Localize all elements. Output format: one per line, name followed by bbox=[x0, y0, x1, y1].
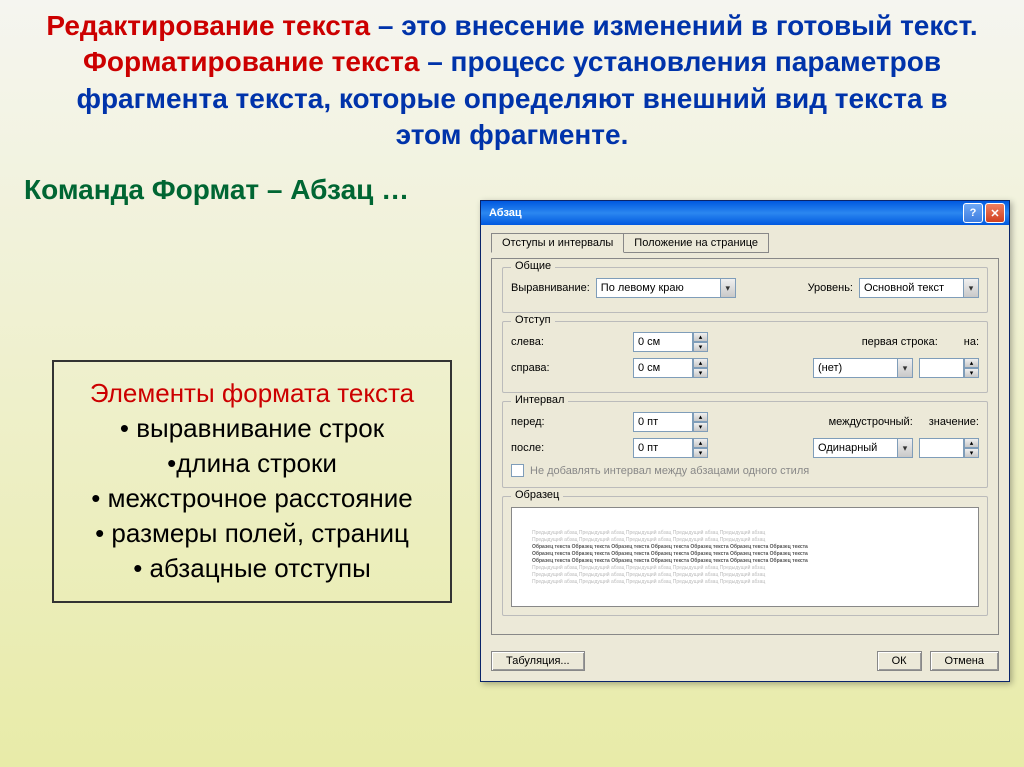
by-spinner[interactable]: ▴▾ bbox=[919, 358, 979, 378]
dropdown-icon bbox=[897, 359, 912, 377]
indent-left-spinner[interactable]: 0 см ▴▾ bbox=[633, 332, 708, 352]
spinner-down-icon[interactable]: ▾ bbox=[693, 342, 708, 352]
close-button[interactable]: ✕ bbox=[985, 203, 1005, 223]
line-spacing-label: междустрочный: bbox=[829, 416, 913, 428]
group-general: Общие Выравнивание: По левому краю Урове… bbox=[502, 267, 988, 313]
group-spacing-title: Интервал bbox=[511, 394, 568, 406]
paragraph-dialog: Абзац ? ✕ Отступы и интервалы Положение … bbox=[480, 200, 1010, 682]
level-label: Уровень: bbox=[808, 282, 853, 294]
first-line-label: первая строка: bbox=[862, 336, 938, 348]
spinner-up-icon[interactable]: ▴ bbox=[693, 332, 708, 342]
dropdown-icon bbox=[963, 279, 978, 297]
align-label: Выравнивание: bbox=[511, 282, 590, 294]
before-label: перед: bbox=[511, 416, 571, 428]
help-button[interactable]: ? bbox=[963, 203, 983, 223]
spinner-down-icon[interactable]: ▾ bbox=[964, 368, 979, 378]
after-label: после: bbox=[511, 442, 571, 454]
titlebar[interactable]: Абзац ? ✕ bbox=[481, 201, 1009, 225]
by-label: на: bbox=[964, 336, 979, 348]
elements-item: • выравнивание строк bbox=[64, 411, 440, 446]
spinner-down-icon[interactable]: ▾ bbox=[693, 448, 708, 458]
group-indent-title: Отступ bbox=[511, 314, 555, 326]
group-spacing: Интервал перед: 0 пт ▴▾ междустрочный: з… bbox=[502, 401, 988, 488]
align-combo[interactable]: По левому краю bbox=[596, 278, 736, 298]
indent-right-spinner[interactable]: 0 см ▴▾ bbox=[633, 358, 708, 378]
checkbox-icon[interactable] bbox=[511, 464, 524, 477]
no-space-checkbox-row[interactable]: Не добавлять интервал между абзацами одн… bbox=[511, 464, 979, 477]
no-space-label: Не добавлять интервал между абзацами одн… bbox=[530, 465, 809, 477]
tabs: Отступы и интервалы Положение на страниц… bbox=[491, 233, 999, 253]
header-definitions: Редактирование текста – это внесение изм… bbox=[0, 0, 1024, 154]
level-combo[interactable]: Основной текст bbox=[859, 278, 979, 298]
line-spacing-combo[interactable]: Одинарный bbox=[813, 438, 913, 458]
at-label: значение: bbox=[929, 416, 979, 428]
dialog-title: Абзац bbox=[489, 207, 522, 219]
elements-box: Элементы формата текста • выравнивание с… bbox=[52, 360, 452, 603]
group-preview: Образец Предыдущий абзац Предыдущий абза… bbox=[502, 496, 988, 616]
elements-item: • абзацные отступы bbox=[64, 551, 440, 586]
spinner-up-icon[interactable]: ▴ bbox=[693, 412, 708, 422]
spinner-down-icon[interactable]: ▾ bbox=[964, 448, 979, 458]
editing-term: Редактирование текста bbox=[46, 10, 370, 41]
spinner-up-icon[interactable]: ▴ bbox=[964, 438, 979, 448]
cancel-button[interactable]: Отмена bbox=[930, 651, 999, 671]
elements-title: Элементы формата текста bbox=[64, 376, 440, 411]
elements-item: • размеры полей, страниц bbox=[64, 516, 440, 551]
indent-left-label: слева: bbox=[511, 336, 571, 348]
elements-item: • межстрочное расстояние bbox=[64, 481, 440, 516]
group-general-title: Общие bbox=[511, 260, 555, 272]
before-spinner[interactable]: 0 пт ▴▾ bbox=[633, 412, 708, 432]
spinner-up-icon[interactable]: ▴ bbox=[693, 358, 708, 368]
indent-right-label: справа: bbox=[511, 362, 571, 374]
spinner-down-icon[interactable]: ▾ bbox=[693, 368, 708, 378]
tabs-button[interactable]: Табуляция... bbox=[491, 651, 585, 671]
tab-indents[interactable]: Отступы и интервалы bbox=[491, 233, 624, 253]
group-preview-title: Образец bbox=[511, 489, 563, 501]
preview-box: Предыдущий абзац Предыдущий абзац Предыд… bbox=[511, 507, 979, 607]
spinner-up-icon[interactable]: ▴ bbox=[964, 358, 979, 368]
at-spinner[interactable]: ▴▾ bbox=[919, 438, 979, 458]
spinner-down-icon[interactable]: ▾ bbox=[693, 422, 708, 432]
formatting-term: Форматирование текста bbox=[83, 46, 419, 77]
elements-item: •длина строки bbox=[64, 446, 440, 481]
after-spinner[interactable]: 0 пт ▴▾ bbox=[633, 438, 708, 458]
spinner-up-icon[interactable]: ▴ bbox=[693, 438, 708, 448]
tab-position[interactable]: Положение на странице bbox=[623, 233, 769, 253]
dropdown-icon bbox=[720, 279, 735, 297]
first-line-combo[interactable]: (нет) bbox=[813, 358, 913, 378]
dropdown-icon bbox=[897, 439, 912, 457]
editing-def: – это внесение изменений в готовый текст… bbox=[370, 10, 978, 41]
ok-button[interactable]: ОК bbox=[877, 651, 922, 671]
group-indent: Отступ слева: 0 см ▴▾ первая строка: на:… bbox=[502, 321, 988, 393]
